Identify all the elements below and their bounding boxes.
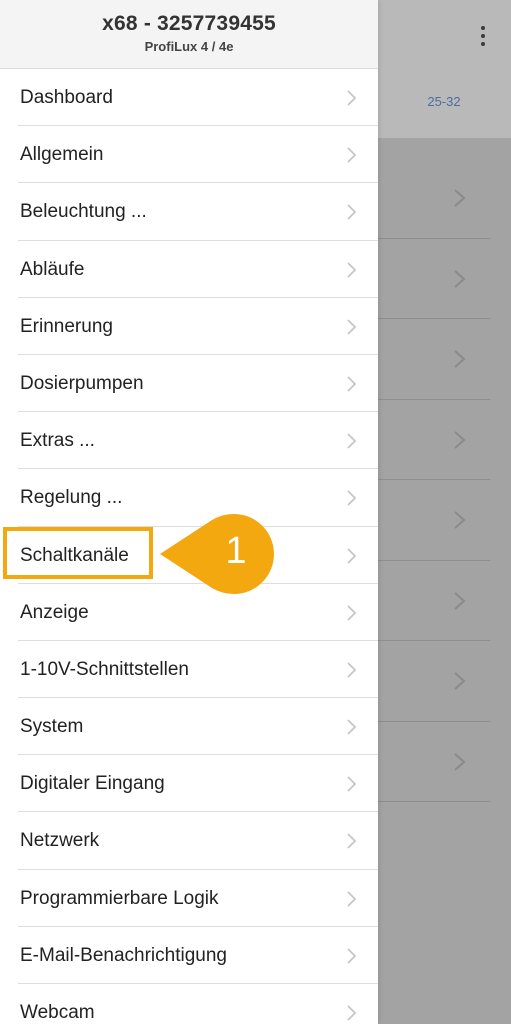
chevron-right-icon	[452, 349, 468, 369]
chevron-right-icon	[452, 510, 468, 530]
menu-item-label: Abläufe	[20, 258, 85, 280]
menu-item-erinnerung[interactable]: Erinnerung	[18, 298, 378, 355]
chevron-right-icon	[346, 775, 358, 793]
menu-item-label: Dosierpumpen	[20, 372, 144, 394]
menu-item-beleuchtung[interactable]: Beleuchtung ...	[18, 183, 378, 241]
chevron-right-icon	[452, 671, 468, 691]
menu-item-label: 1-10V-Schnittstellen	[20, 658, 189, 680]
device-model: ProfiLux 4 / 4e	[144, 39, 234, 54]
menu-item-netzwerk[interactable]: Netzwerk	[18, 812, 378, 870]
menu-item-label: Allgemein	[20, 144, 104, 166]
chevron-right-icon	[346, 832, 358, 850]
chevron-right-icon	[452, 188, 468, 208]
menu-item-dashboard[interactable]: Dashboard	[18, 69, 378, 127]
menu-item-label: Netzwerk	[20, 830, 100, 852]
menu-item-system[interactable]: System	[18, 698, 378, 756]
more-vert-icon[interactable]	[472, 22, 494, 50]
menu-item-label: Beleuchtung ...	[20, 201, 147, 223]
chevron-right-icon	[346, 890, 358, 908]
chevron-right-icon	[346, 146, 358, 164]
chevron-right-icon	[346, 547, 358, 565]
menu-item-label: Extras ...	[20, 430, 95, 452]
menu-item-label: E-Mail-Benachrichtigung	[20, 944, 227, 966]
chevron-right-icon	[346, 1004, 358, 1022]
menu-item-label: Programmierbare Logik	[20, 887, 219, 909]
menu-item-label: System	[20, 716, 84, 738]
chevron-right-icon	[346, 947, 358, 965]
chevron-right-icon	[346, 432, 358, 450]
menu-item-abläufe[interactable]: Abläufe	[18, 241, 378, 298]
chevron-right-icon	[346, 661, 358, 679]
device-title: x68 - 3257739455	[102, 12, 276, 35]
menu-item-1-10v-schnittstellen[interactable]: 1-10V-Schnittstellen	[18, 641, 378, 699]
menu-item-label: Erinnerung	[20, 315, 113, 337]
drawer-header: x68 - 3257739455 ProfiLux 4 / 4e	[0, 0, 378, 69]
highlight-box	[3, 527, 153, 579]
menu-item-allgemein[interactable]: Allgemein	[18, 126, 378, 184]
chevron-right-icon	[346, 489, 358, 507]
menu-item-label: Dashboard	[20, 87, 113, 108]
chevron-right-icon	[346, 718, 358, 736]
menu-item-programmierbare-logik[interactable]: Programmierbare Logik	[18, 870, 378, 927]
chevron-right-icon	[346, 89, 358, 107]
chevron-right-icon	[346, 261, 358, 279]
chevron-right-icon	[452, 430, 468, 450]
menu-item-e-mail-benachrichtigung[interactable]: E-Mail-Benachrichtigung	[18, 927, 378, 984]
chevron-right-icon	[346, 203, 358, 221]
menu-item-extras[interactable]: Extras ...	[18, 412, 378, 470]
menu-item-label: Digitaler Eingang	[20, 773, 165, 795]
chevron-right-icon	[452, 269, 468, 289]
menu-item-label: Anzeige	[20, 601, 89, 623]
callout-number: 1	[225, 530, 247, 572]
menu-item-digitaler-eingang[interactable]: Digitaler Eingang	[18, 755, 378, 813]
menu-item-label: Regelung ...	[20, 487, 123, 509]
menu-item-label: Webcam	[20, 1002, 95, 1023]
chevron-right-icon	[346, 604, 358, 622]
chevron-right-icon	[346, 318, 358, 336]
menu-item-dosierpumpen[interactable]: Dosierpumpen	[18, 355, 378, 413]
chevron-right-icon	[346, 375, 358, 393]
background-tab-25-32[interactable]: 25-32	[414, 94, 474, 109]
chevron-right-icon	[452, 752, 468, 772]
menu-item-webcam[interactable]: Webcam	[18, 984, 378, 1024]
chevron-right-icon	[452, 591, 468, 611]
